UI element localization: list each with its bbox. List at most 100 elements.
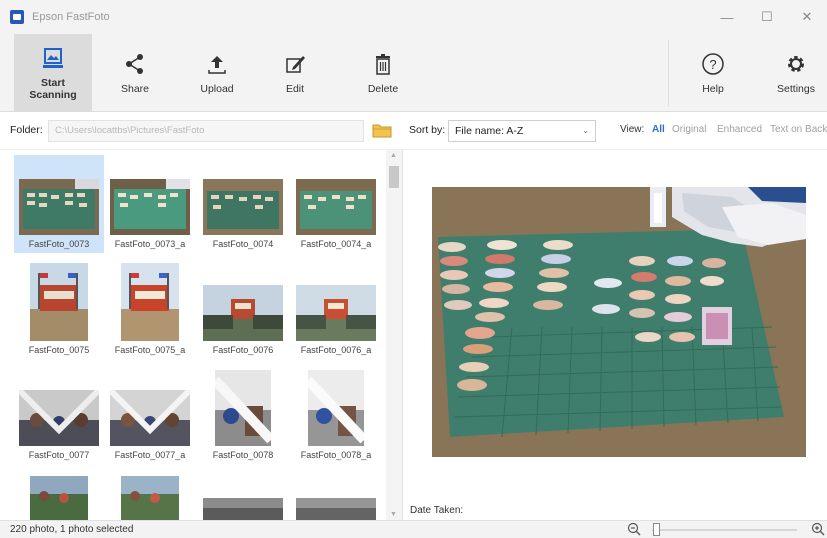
view-label: View: (620, 124, 645, 135)
thumbnail-caption: FastFoto_0073 (28, 239, 90, 249)
folder-icon[interactable] (372, 122, 392, 138)
photo-thumbnail (203, 498, 283, 520)
help-icon: ? (700, 51, 726, 77)
zoom-slider-track[interactable] (652, 529, 797, 531)
photo-thumbnail (110, 179, 190, 235)
toolbar: Start Scanning Share Upload Edit Delete … (0, 34, 827, 112)
photo-thumbnail (30, 263, 88, 341)
gear-icon (783, 51, 809, 77)
minimize-button[interactable]: — (707, 0, 747, 34)
edit-label: Edit (285, 83, 305, 95)
thumbnail-item[interactable] (198, 498, 288, 520)
photo-thumbnail (30, 476, 88, 520)
scroll-up-icon[interactable]: ▲ (390, 152, 397, 159)
settings-button[interactable]: Settings (768, 34, 824, 112)
thumbnail-item[interactable]: FastFoto_0075_a (105, 263, 195, 355)
status-bar: 220 photo, 1 photo selected (0, 520, 827, 538)
chevron-down-icon: ⌄ (582, 126, 589, 135)
fastfoto-app-icon (10, 10, 24, 24)
photo-thumbnail (121, 263, 179, 341)
photo-thumbnail (110, 390, 190, 446)
upload-button[interactable]: Upload (190, 34, 244, 112)
thumbnail-item[interactable]: FastFoto_0076_a (291, 285, 381, 355)
thumbnail-item[interactable]: FastFoto_0078 (198, 370, 288, 460)
thumbnail-item[interactable]: FastFoto_0076 (198, 285, 288, 355)
photo-thumbnail (203, 285, 283, 341)
thumbnail-item[interactable] (14, 476, 104, 520)
thumbnail-caption: FastFoto_0077 (28, 450, 90, 460)
thumbnail-item[interactable]: FastFoto_0077_a (105, 390, 195, 460)
settings-label: Settings (777, 83, 815, 95)
window-title: Epson FastFoto (32, 11, 110, 23)
photo-thumbnail (215, 370, 271, 446)
photo-thumbnail (121, 476, 179, 520)
help-button[interactable]: ? Help (686, 34, 740, 112)
date-taken-label: Date Taken: (410, 505, 464, 516)
zoom-in-icon[interactable] (811, 522, 825, 536)
scroll-down-icon[interactable]: ▼ (390, 511, 397, 518)
photo-thumbnail (308, 370, 364, 446)
thumbnail-caption: FastFoto_0074 (212, 239, 274, 249)
thumbnail-item[interactable] (291, 498, 381, 520)
sort-dropdown[interactable]: File name: A-Z ⌄ (448, 120, 596, 142)
edit-button[interactable]: Edit (270, 34, 320, 112)
pane-divider[interactable] (402, 150, 403, 520)
view-option-text-on-back[interactable]: Text on Back (770, 124, 827, 135)
folder-bar: Folder: C:\Users\locattbs\Pictures\FastF… (0, 112, 827, 150)
thumbnail-caption: FastFoto_0075 (28, 345, 90, 355)
photo-thumbnail (296, 498, 376, 520)
share-button[interactable]: Share (108, 34, 162, 112)
thumbnail-caption: FastFoto_0078 (212, 450, 274, 460)
maximize-button[interactable]: ☐ (747, 0, 787, 34)
thumbnail-item[interactable]: FastFoto_0073_a (105, 179, 195, 249)
sort-label: Sort by: (409, 124, 446, 136)
view-option-original[interactable]: Original (672, 124, 706, 135)
zoom-slider-handle[interactable] (653, 523, 660, 536)
photo-thumbnail (296, 285, 376, 341)
thumbnail-item[interactable]: FastFoto_0075 (14, 263, 104, 355)
thumbnail-caption: FastFoto_0073_a (114, 239, 186, 249)
toolbar-separator (668, 40, 669, 106)
thumbnail-scrollbar[interactable]: ▲ ▼ (386, 150, 402, 520)
photo-thumbnail (296, 179, 376, 235)
photo-thumbnail (19, 390, 99, 446)
thumbnail-item[interactable] (105, 476, 195, 520)
close-button[interactable]: ✕ (787, 0, 827, 34)
upload-label: Upload (200, 83, 234, 95)
delete-button[interactable]: Delete (358, 34, 408, 112)
edit-icon (282, 51, 308, 77)
folder-path-field[interactable]: C:\Users\locattbs\Pictures\FastFoto (48, 120, 364, 142)
thumbnail-caption: FastFoto_0077_a (114, 450, 186, 460)
window-controls: — ☐ ✕ (707, 0, 827, 34)
status-text: 220 photo, 1 photo selected (10, 524, 134, 535)
zoom-out-icon[interactable] (627, 522, 641, 536)
photo-preview (432, 187, 806, 457)
thumbnail-item[interactable]: FastFoto_0073 (14, 155, 104, 253)
scanner-icon (40, 45, 66, 71)
thumbnail-caption: FastFoto_0076 (212, 345, 274, 355)
view-option-all[interactable]: All (652, 124, 665, 135)
folder-label: Folder: (10, 124, 43, 136)
thumbnail-caption: FastFoto_0078_a (300, 450, 372, 460)
thumbnail-item[interactable]: FastFoto_0074 (198, 179, 288, 249)
photo-thumbnail (19, 179, 99, 235)
trash-icon (370, 51, 396, 77)
title-bar: Epson FastFoto — ☐ ✕ (0, 0, 827, 34)
photo-thumbnail (203, 179, 283, 235)
help-label: Help (702, 83, 724, 95)
share-icon (122, 51, 148, 77)
start-scanning-button[interactable]: Start Scanning (14, 34, 92, 112)
svg-text:?: ? (709, 57, 716, 72)
thumbnail-item[interactable]: FastFoto_0077 (14, 390, 104, 460)
start-scanning-label: Start Scanning (29, 77, 77, 101)
delete-label: Delete (367, 83, 399, 95)
scrollbar-thumb[interactable] (389, 166, 399, 188)
thumbnail-grid: FastFoto_0073 FastFoto_0073_a FastFoto_0… (0, 150, 402, 520)
thumbnail-item[interactable]: FastFoto_0074_a (291, 179, 381, 249)
view-option-enhanced[interactable]: Enhanced (717, 124, 762, 135)
sort-value: File name: A-Z (455, 125, 524, 137)
thumbnail-caption: FastFoto_0075_a (114, 345, 186, 355)
share-label: Share (120, 83, 150, 95)
thumbnail-item[interactable]: FastFoto_0078_a (291, 370, 381, 460)
upload-icon (204, 51, 230, 77)
